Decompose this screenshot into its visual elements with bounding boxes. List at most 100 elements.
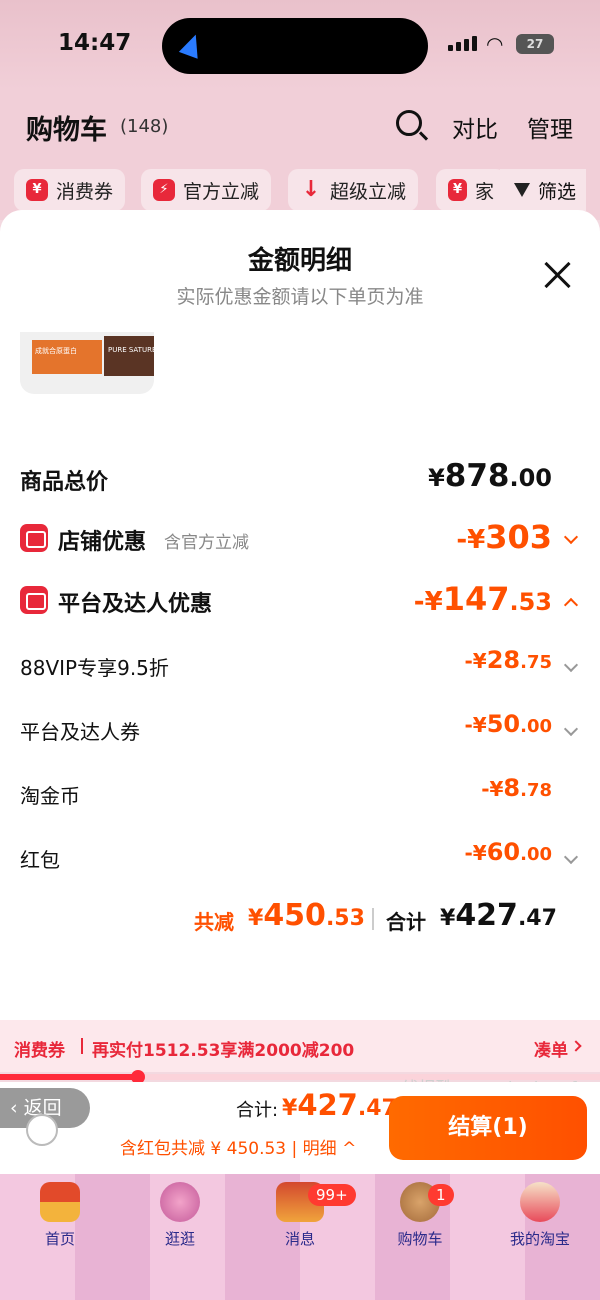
chevron-down-icon[interactable] [563,721,579,737]
chevron-down-icon[interactable] [563,849,579,865]
chevron-down-icon[interactable] [563,529,579,545]
discount-summary: 共减 ¥450.53 合计 ¥427.47 [0,898,600,938]
tab-cart[interactable]: 购物车 1 [360,1182,480,1249]
compare-button[interactable]: 对比 [452,110,498,144]
signal-icon [448,36,477,51]
chevron-up-icon: ^ [342,1139,357,1159]
profile-icon [520,1182,560,1222]
explore-icon [160,1182,200,1222]
chevron-right-icon [570,1040,582,1052]
sum-total-label: 合计 [386,910,426,934]
vip-discount-row[interactable]: 88VIP专享9.5折 -¥28.75 [20,646,580,690]
divider [372,908,374,930]
location-arrow-icon [178,31,206,59]
checkout-total-value: ¥427.47 [282,1088,397,1122]
coupon-tag: 消费券 [14,1041,65,1061]
product-pack-2: PURE SATURE [104,336,154,376]
total-price-row: 商品总价 ¥878.00 [20,458,580,502]
coupon-promo-bar[interactable]: 消费券 再实付1512.53享满2000减200 凑单 [0,1020,600,1072]
coupon-discount-value: -¥50.00 [464,710,552,738]
total-price-label: 商品总价 [20,470,109,495]
yen-icon: ¥ [448,179,467,201]
store-discount-label: 店铺优惠 [58,530,147,555]
platform-discount-value: -¥147.53 [413,580,552,618]
cart-count: (148) [120,116,169,137]
vip-discount-label: 88VIP专享9.5折 [20,656,169,680]
chip-home[interactable]: ¥ 家 [436,169,506,211]
redpacket-discount-value: -¥60.00 [464,838,552,866]
chip-label: 超级立减 [330,180,407,203]
sum-total-value: ¥427.47 [440,898,557,933]
discount-detail-link[interactable]: 含红包共减 ¥ 450.53 | 明细 ^ [120,1134,356,1159]
sheet-subtitle: 实际优惠金额请以下单页为准 [176,286,424,308]
home-icon [40,1182,80,1222]
close-icon[interactable] [542,260,572,290]
store-icon [20,524,48,552]
coupon-discount-label: 平台及达人券 [20,720,140,744]
search-icon[interactable] [396,110,422,136]
wifi-icon: ◠ [486,32,504,56]
checkout-bar: ‹ 返回 合计: ¥427.47 含红包共减 ¥ 450.53 | 明细 ^ 结… [0,1082,600,1174]
status-time: 14:47 [58,30,132,56]
yen-icon: ¥ [26,179,48,201]
total-reduce-value: ¥450.53 [248,898,365,933]
coins-discount-row: 淘金币 -¥8.78 [20,774,580,818]
detail-text: 含红包共减 ¥ 450.53 | 明细 [120,1139,337,1159]
chevron-up-icon[interactable] [563,597,579,613]
coupon-discount-row[interactable]: 平台及达人券 -¥50.00 [20,710,580,754]
redpacket-discount-label: 红包 [20,848,60,872]
chip-label: 家 [474,180,494,203]
down-arrow-icon: ↓ [301,177,321,202]
store-discount-row[interactable]: 店铺优惠 含官方立减 -¥303 [20,518,580,562]
platform-discount-row[interactable]: 平台及达人优惠 -¥147.53 [20,580,580,624]
redpacket-discount-row[interactable]: 红包 -¥60.00 [20,838,580,882]
page-title: 购物车 [26,115,107,146]
tab-label: 我的淘宝 [509,1230,570,1248]
lightning-icon: ⚡ [153,179,175,201]
dynamic-island [162,18,428,74]
battery-icon: 27 [516,34,554,54]
chip-label: 消费券 [56,180,114,203]
tab-home[interactable]: 首页 [0,1182,120,1249]
coins-discount-label: 淘金币 [20,784,80,808]
vip-discount-value: -¥28.75 [464,646,552,674]
checkout-button[interactable]: 结算(1) [389,1096,587,1160]
store-discount-note: 含官方立减 [164,533,249,553]
filter-button[interactable]: 筛选 [499,169,586,211]
coupon-message: 再实付1512.53享满2000减200 [92,1041,355,1061]
cart-badge: 1 [428,1184,454,1206]
divider [81,1038,83,1054]
product-thumbnail[interactable]: 成就合原蛋白 PURE SATURE [20,332,154,394]
progress-fill [0,1074,138,1080]
tab-explore[interactable]: 逛逛 [120,1182,240,1249]
total-reduce-label: 共减 [194,910,234,934]
filter-label: 筛选 [537,180,576,203]
tab-label: 首页 [44,1230,75,1248]
tab-label: 购物车 [397,1230,443,1248]
cart-header: 购物车 (148) 对比 管理 [0,90,600,160]
manage-button[interactable]: 管理 [527,110,573,144]
coins-discount-value: -¥8.78 [481,774,552,802]
store-discount-value: -¥303 [456,518,552,556]
message-badge: 99+ [308,1184,356,1206]
amount-detail-sheet: 金额明细 实际优惠金额请以下单页为准 成就合原蛋白 PURE SATURE 商品… [0,210,600,1020]
coupon-icon [20,586,48,614]
funnel-icon [513,183,530,197]
tab-profile[interactable]: 我的淘宝 [480,1182,600,1249]
chip-official-discount[interactable]: ⚡ 官方立减 [141,169,272,211]
total-price-value: ¥878.00 [428,458,552,494]
add-items-link[interactable]: 凑单 [534,1036,568,1061]
chip-label: 官方立减 [183,180,260,203]
chip-super-discount[interactable]: ↓ 超级立减 [288,169,419,211]
tab-label: 消息 [284,1230,315,1248]
tab-label: 逛逛 [164,1230,195,1248]
chip-consumer-coupon[interactable]: ¥ 消费券 [14,169,126,211]
bottom-tab-bar: 首页 逛逛 消息 99+ 购物车 1 我的淘宝 [0,1174,600,1300]
sheet-title: 金额明细 [247,246,352,276]
status-bar: 14:47 ◠ 27 [0,0,600,90]
platform-discount-label: 平台及达人优惠 [58,592,213,617]
select-all-checkbox[interactable] [26,1114,58,1146]
product-pack-1: 成就合原蛋白 [32,340,102,374]
tab-messages[interactable]: 消息 99+ [240,1182,360,1249]
chevron-down-icon[interactable] [563,657,579,673]
